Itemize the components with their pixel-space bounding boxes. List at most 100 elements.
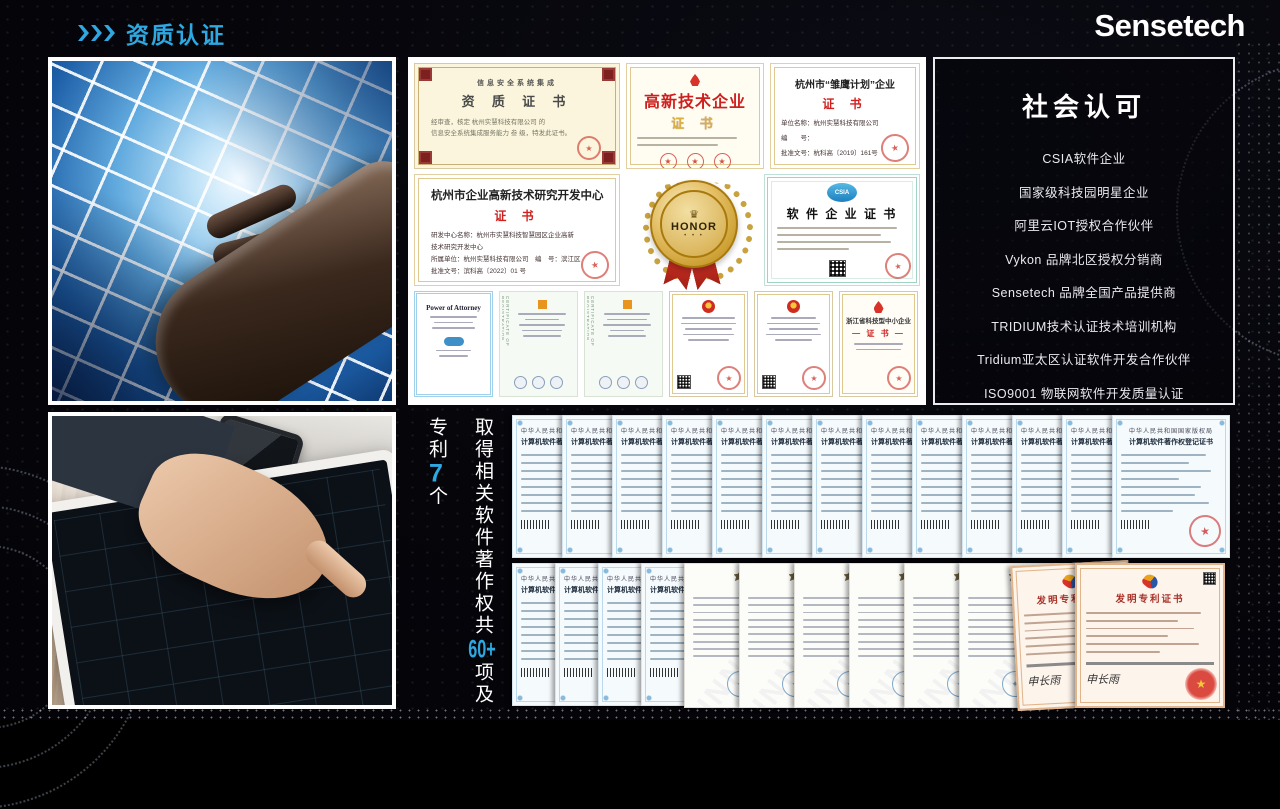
text-line bbox=[767, 323, 820, 325]
barcode bbox=[571, 520, 599, 529]
social-recognition-item: Sensetech 品牌全国产品提供商 bbox=[935, 282, 1233, 301]
qualification-certificate: 信息安全系统集成 资 质 证 书 经审查，核定 杭州实慧科技有限公司 的 信息安… bbox=[414, 63, 620, 169]
text-line bbox=[1121, 470, 1211, 472]
text-line bbox=[519, 324, 564, 326]
social-recognition-item: TRIDIUM技术认证技术培训机构 bbox=[935, 316, 1233, 335]
divider-line bbox=[1086, 662, 1214, 665]
medal-dots: • • • bbox=[684, 233, 704, 239]
text-line bbox=[766, 334, 820, 336]
blue-seal bbox=[444, 337, 464, 346]
red-seal: ★ bbox=[660, 153, 677, 169]
certificate-title: 发明专利证书 bbox=[1086, 591, 1214, 605]
certificate-text-lines bbox=[1086, 612, 1214, 653]
certificate-body-line: 单位名称：杭州实慧科技有限公司 bbox=[781, 117, 909, 127]
text-line bbox=[610, 330, 644, 332]
text-line bbox=[685, 328, 733, 330]
medal-inner: ♛ HONOR • • • bbox=[660, 190, 728, 258]
text-line bbox=[571, 510, 614, 512]
registration-certificate: CERTIFICATE OF REGISTRATION bbox=[499, 291, 578, 397]
red-seal: ★ bbox=[714, 153, 731, 169]
red-emblem-seal: ★ bbox=[1185, 668, 1217, 700]
certificate-title: 中华人民共和国国家版权局 bbox=[1121, 426, 1221, 435]
text-line bbox=[434, 322, 473, 324]
certificates-row-1: 信息安全系统集成 资 质 证 书 经审查，核定 杭州实慧科技有限公司 的 信息安… bbox=[414, 63, 920, 169]
certificate-body-line: 批准文号：滨科高〔2022〕01 号 bbox=[431, 265, 603, 275]
caption-segment: 项及 bbox=[472, 662, 493, 706]
emblem-certificate: ★ ★ bbox=[669, 291, 748, 397]
csia-badge: CSIA bbox=[827, 183, 857, 202]
social-recognition-item: Tridium亚太区认证软件开发合作伙伴 bbox=[935, 349, 1233, 368]
text-line bbox=[518, 313, 567, 315]
text-line bbox=[681, 323, 736, 325]
text-line bbox=[671, 510, 714, 512]
red-seal: ★ bbox=[883, 251, 913, 281]
certificate-subtitle: — 证 书 — bbox=[846, 328, 911, 339]
certificate-title: Power of Attorney bbox=[424, 304, 483, 312]
certificate-subtitle: 计算机软件著作权登记证书 bbox=[1121, 437, 1221, 447]
text-line bbox=[430, 316, 477, 318]
social-recognition-item: Vykon 品牌北区授权分销商 bbox=[935, 249, 1233, 268]
medal-label: HONOR bbox=[671, 221, 717, 233]
red-seal: ★ bbox=[887, 366, 911, 390]
certificate-title: 软 件 企 业 证 书 bbox=[777, 205, 907, 222]
slide-background: 资质认证 Sensetech 信息安全系统集成 资 质 证 书 经审查，核定 杭… bbox=[0, 0, 1280, 720]
text-line bbox=[777, 227, 897, 229]
text-line bbox=[683, 334, 735, 336]
high-tech-enterprise-certificate: 高新技术企业 证 书 ★ ★ ★ bbox=[626, 63, 764, 169]
text-line bbox=[682, 317, 735, 319]
certificates-row-2: 杭州市企业高新技术研究开发中心 证 书 研发中心名称：杭州市实慧科技智慧园区企业… bbox=[414, 174, 920, 286]
qr-code bbox=[677, 375, 691, 389]
text-line bbox=[1086, 628, 1194, 630]
certificate-side-label: CERTIFICATE OF REGISTRATION bbox=[587, 296, 595, 392]
barcode bbox=[650, 668, 678, 677]
text-line bbox=[1086, 620, 1178, 622]
text-line bbox=[604, 313, 649, 315]
patents-certificates-row: 中华人民共和国国家版权局计算机软件著作权登记证书中华人民共和国国家版权局计算机软… bbox=[512, 563, 1225, 708]
text-line bbox=[1121, 478, 1179, 480]
certificate-subtitle: 证 书 bbox=[781, 95, 909, 112]
power-of-attorney-certificate: Power of Attorney bbox=[414, 291, 493, 397]
barcode bbox=[721, 520, 749, 529]
text-line bbox=[1086, 612, 1201, 614]
text-line bbox=[1071, 510, 1114, 512]
copyright-certificates-row: 中华人民共和国国家版权局计算机软件著作权登记证书中华人民共和国国家版权局计算机软… bbox=[512, 415, 1230, 558]
social-recognition-item: 国家级科技园明星企业 bbox=[935, 182, 1233, 201]
certificate-body-line: 技术研究开发中心 bbox=[431, 241, 603, 251]
company-logo: Sensetech bbox=[1094, 8, 1245, 44]
text-line bbox=[432, 327, 476, 329]
patent-count: 7 bbox=[422, 461, 450, 486]
triple-chevron-right-icon bbox=[78, 25, 115, 41]
certificate-title: 高新技术企业 bbox=[637, 88, 753, 112]
certificate-side-label: CERTIFICATE OF REGISTRATION bbox=[502, 296, 510, 392]
text-line bbox=[603, 324, 651, 326]
particle-dust-right bbox=[1234, 40, 1280, 720]
seal-row: ★ ★ ★ bbox=[637, 153, 753, 169]
text-line bbox=[522, 330, 563, 332]
certificate-title: 杭州市“雏鹰计划”企业 bbox=[781, 76, 909, 91]
caption-segment: 专利 bbox=[426, 417, 447, 461]
certificate-subtitle: 证 书 bbox=[431, 207, 603, 224]
medal-circle: ♛ HONOR • • • bbox=[650, 180, 738, 268]
certificate-subtitle: 证 书 bbox=[637, 113, 753, 132]
barcode bbox=[521, 520, 549, 529]
text-line bbox=[688, 339, 728, 341]
barcode bbox=[1121, 520, 1149, 529]
red-seal: ★ bbox=[802, 366, 826, 390]
barcode bbox=[921, 520, 949, 529]
text-line bbox=[1121, 486, 1201, 488]
text-line bbox=[1086, 635, 1168, 637]
text-line bbox=[721, 510, 764, 512]
barcode bbox=[564, 668, 592, 677]
text-line bbox=[436, 350, 471, 352]
copyright-count: 60+ bbox=[468, 637, 496, 662]
barcode bbox=[871, 520, 899, 529]
text-line bbox=[777, 248, 849, 250]
barcode bbox=[621, 520, 649, 529]
flame-icon bbox=[874, 301, 884, 313]
certificate-body-line: 经审查，核定 杭州实慧科技有限公司 的 bbox=[431, 118, 603, 127]
certificates-panel: 信息安全系统集成 资 质 证 书 经审查，核定 杭州实慧科技有限公司 的 信息安… bbox=[408, 57, 926, 405]
social-recognition-item: 阿里云IOT授权合作伙伴 bbox=[935, 215, 1233, 234]
slide-header: 资质认证 bbox=[78, 16, 226, 50]
text-line bbox=[1021, 510, 1064, 512]
social-recognition-title: 社会认可 bbox=[935, 87, 1233, 124]
